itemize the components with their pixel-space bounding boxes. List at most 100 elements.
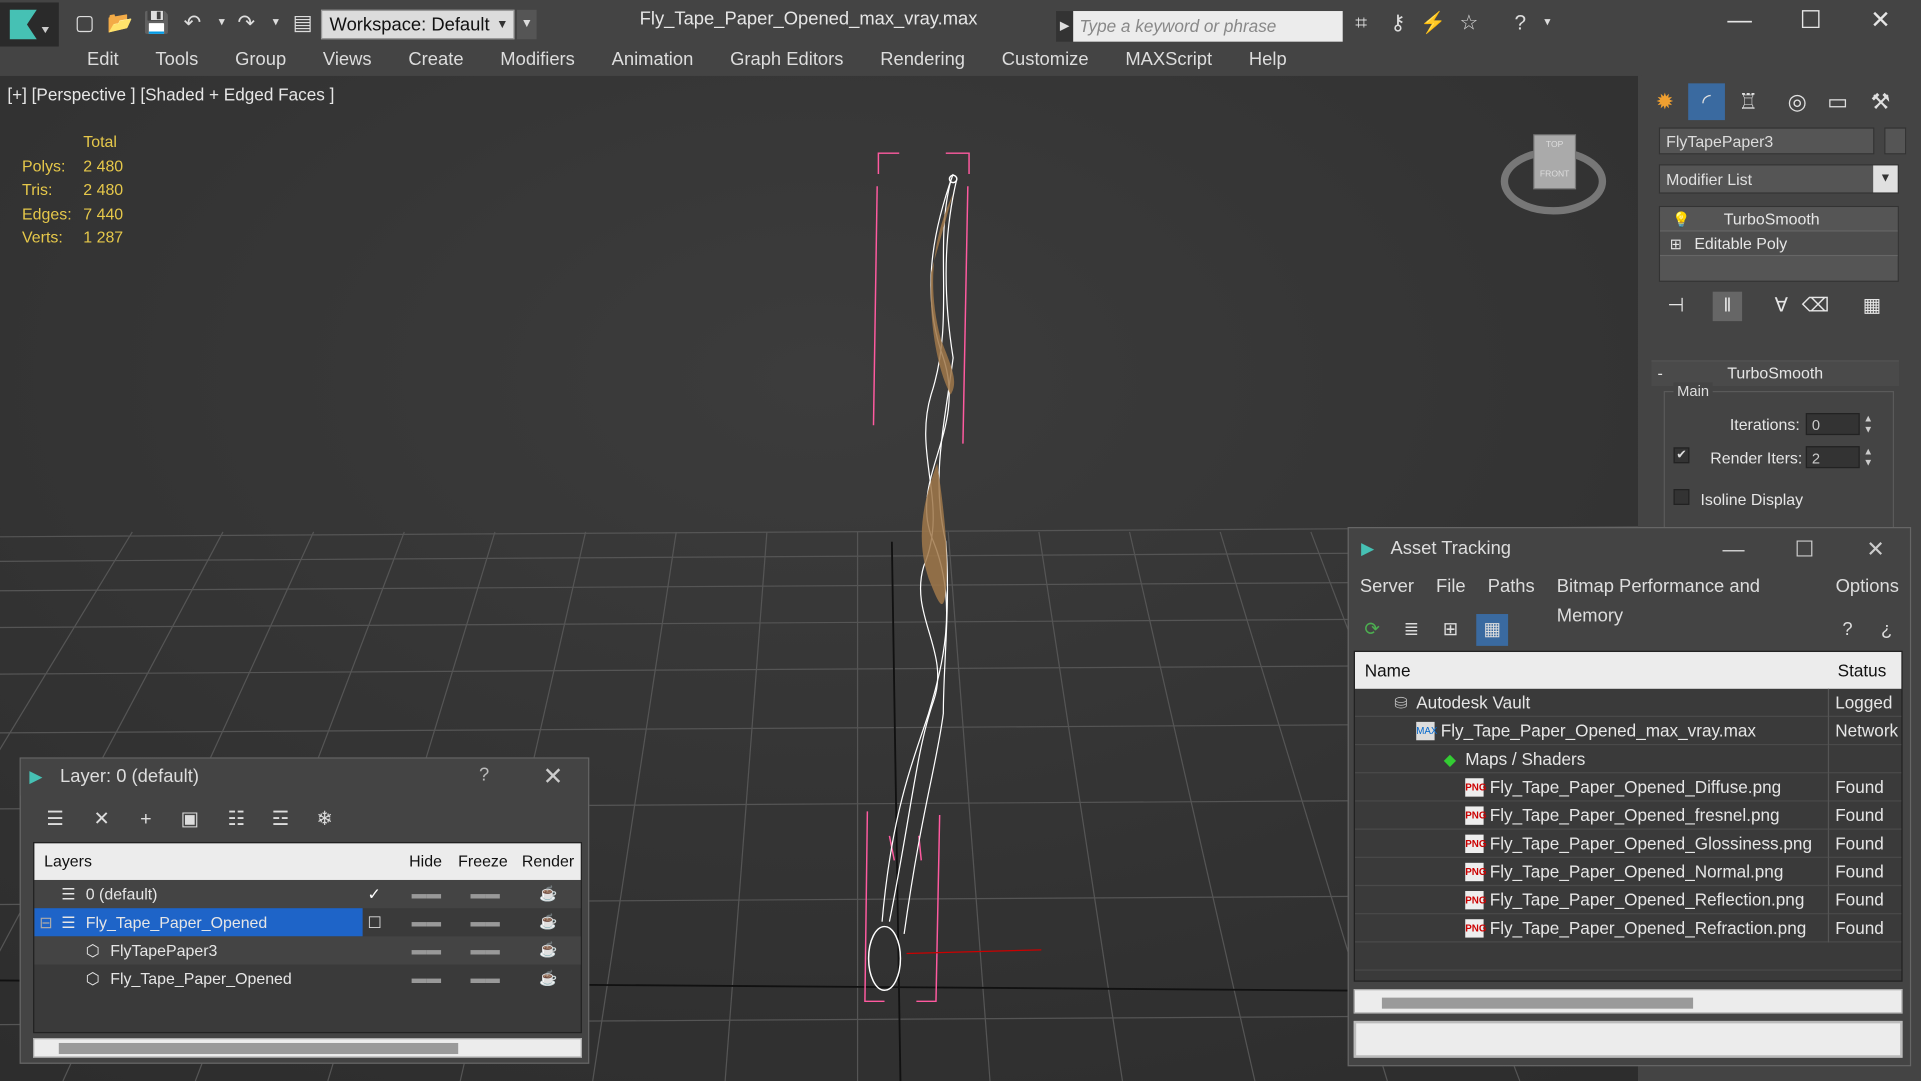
hierarchy-tab-icon[interactable]: ♖ [1730,83,1767,120]
column-header-render[interactable]: Render [522,843,574,880]
layer-horizontal-scrollbar[interactable] [33,1038,582,1058]
display-tab-icon[interactable]: ▭ [1819,83,1856,120]
stack-item-editable-poly[interactable]: ⊞ Editable Poly [1660,231,1898,257]
help-icon[interactable]: ? [1507,10,1534,37]
asset-row[interactable]: PNG Fly_Tape_Paper_Opened_Normal.png Found [1354,857,1902,887]
redo-icon[interactable]: ↷ [233,10,260,37]
hide-toggle[interactable]: ▬▬ [412,908,441,936]
hide-toggle[interactable]: ▬▬ [412,965,441,993]
modifier-list-dropdown[interactable]: Modifier List ▼ [1658,164,1899,194]
isoline-display-checkbox[interactable] [1673,489,1690,505]
asset-menu-bitmap-performance[interactable]: Bitmap Performance and Memory [1546,572,1825,626]
workspace-more-icon[interactable]: ▼ [516,9,537,40]
freeze-all-layers-icon[interactable]: ❄ [308,803,342,837]
refresh-icon[interactable]: ⟳ [1356,614,1388,646]
menu-create[interactable]: Create [390,47,482,76]
list-view-icon[interactable]: ≣ [1395,614,1427,646]
column-header-hide[interactable]: Hide [409,843,442,880]
spinner-arrows-icon[interactable]: ▲ ▼ [1862,446,1874,468]
open-file-icon[interactable]: 📂 [107,10,134,37]
asset-path-field[interactable] [1353,1020,1903,1058]
layer-dialog-close-button[interactable]: ✕ [543,761,572,792]
add-to-layer-icon[interactable]: + [129,803,163,837]
object-color-swatch[interactable] [1884,127,1907,155]
modify-tab-icon[interactable]: ◜ [1688,83,1725,121]
motion-tab-icon[interactable]: ◎ [1779,83,1816,120]
render-iters-spinner[interactable]: 2 [1805,446,1860,469]
asset-menu-options[interactable]: Options [1825,572,1910,601]
show-end-result-icon[interactable]: ‖ [1712,291,1743,322]
undo-dropdown-icon[interactable]: ▾ [208,10,235,37]
render-teapot-icon[interactable]: ☕ [539,965,557,993]
layer-row[interactable]: ☰ 0 (default) ✓ ▬▬ ▬▬ ☕ [34,879,581,909]
help-button[interactable]: ? [479,765,504,786]
asset-close-button[interactable]: ✕ [1851,532,1900,566]
asset-row[interactable]: PNG Fly_Tape_Paper_Opened_Refraction.png F… [1354,914,1902,943]
workspace-dropdown[interactable]: Workspace: Default ▼ [320,9,515,40]
asset-row[interactable]: PNG Fly_Tape_Paper_Opened_Reflection.png F… [1354,886,1902,915]
communication-center-icon[interactable]: ⚡ [1420,10,1447,37]
asset-menu-paths[interactable]: Paths [1477,572,1546,601]
close-button[interactable]: ✕ [1856,5,1905,37]
spinner-arrows-icon[interactable]: ▲ ▼ [1862,413,1874,435]
render-teapot-icon[interactable]: ☕ [539,936,557,964]
asset-menu-server[interactable]: Server [1349,572,1425,601]
table-view-icon[interactable]: ▦ [1476,614,1509,646]
freeze-toggle[interactable]: ▬▬ [470,936,499,964]
column-header-name[interactable]: Name [1365,652,1411,689]
help-dropdown-icon[interactable]: ▾ [1534,10,1561,37]
tree-view-icon[interactable]: ⊞ [1435,614,1467,646]
asset-row[interactable]: PNG Fly_Tape_Paper_Opened_Glossiness.png F… [1354,829,1902,858]
menu-views[interactable]: Views [305,47,390,76]
undo-icon[interactable]: ↶ [179,10,206,37]
menu-graph-editors[interactable]: Graph Editors [712,47,862,76]
app-logo[interactable] [0,2,59,47]
search-input[interactable]: Type a keyword or phrase [1073,11,1343,42]
column-header-status[interactable]: Status [1838,652,1887,689]
asset-row[interactable]: PNG Fly_Tape_Paper_Opened_fresnel.png Foun… [1354,801,1902,830]
make-unique-icon[interactable]: ∀ [1767,292,1796,321]
freeze-toggle[interactable]: ▬▬ [470,880,499,908]
column-header-freeze[interactable]: Freeze [458,843,508,880]
lightbulb-icon[interactable]: 💡 [1672,207,1690,232]
current-layer-check-icon[interactable]: ✓ [368,880,381,908]
object-name-field[interactable]: FlyTapePaper3 [1658,127,1875,155]
favorites-star-icon[interactable]: ☆ [1455,10,1482,37]
menu-group[interactable]: Group [217,47,305,76]
asset-row[interactable]: ⛁ Autodesk Vault Logged [1354,688,1902,717]
freeze-toggle[interactable]: ▬▬ [470,965,499,993]
expand-plus-icon[interactable]: ⊞ [1670,232,1682,257]
create-tab-icon[interactable]: ✹ [1647,83,1684,120]
render-teapot-icon[interactable]: ☕ [539,880,557,908]
layer-object-row[interactable]: ⬡ Fly_Tape_Paper_Opened ▬▬ ▬▬ ☕ [34,965,580,993]
asset-menu-file[interactable]: File [1425,572,1477,601]
menu-animation[interactable]: Animation [593,47,711,76]
column-header-layers[interactable]: Layers [44,843,92,880]
asset-horizontal-scrollbar[interactable] [1353,989,1903,1014]
asset-row[interactable]: MAX Fly_Tape_Paper_Opened_max_vray.max Net… [1354,716,1902,746]
stack-item-turbosmooth[interactable]: 💡 TurboSmooth [1660,207,1898,232]
asset-maximize-button[interactable]: ☐ [1780,532,1829,566]
help-icon[interactable]: ? [1832,614,1864,646]
maximize-button[interactable]: ☐ [1786,5,1835,37]
menu-maxscript[interactable]: MAXScript [1107,47,1231,76]
render-teapot-icon[interactable]: ☕ [539,908,557,936]
menu-tools[interactable]: Tools [137,47,217,76]
menu-rendering[interactable]: Rendering [862,47,984,76]
render-iters-checkbox[interactable]: ✔ [1673,447,1690,464]
asset-row[interactable]: PNG Fly_Tape_Paper_Opened_Diffuse.png Foun… [1354,773,1902,802]
current-layer-box-icon[interactable]: ☐ [368,908,382,936]
menu-edit[interactable]: Edit [69,47,137,76]
search-expand-icon[interactable]: ▶ [1056,11,1074,42]
menu-customize[interactable]: Customize [983,47,1107,76]
menu-help[interactable]: Help [1231,47,1306,76]
create-layer-icon[interactable]: ☰ [38,803,72,837]
layer-object-row[interactable]: ⬡ FlyTapePaper3 ▬▬ ▬▬ ☕ [34,936,581,965]
project-folder-icon[interactable]: ▤ [289,10,316,37]
redo-dropdown-icon[interactable]: ▾ [262,10,289,37]
iterations-spinner[interactable]: 0 [1805,413,1860,436]
viewport-label[interactable]: [+] [Perspective ] [Shaded + Edged Faces… [7,85,334,105]
asset-row[interactable]: ◆ Maps / Shaders [1354,745,1902,774]
select-objects-icon[interactable]: ▣ [173,803,207,837]
scrollbar-thumb[interactable] [1381,997,1694,1009]
